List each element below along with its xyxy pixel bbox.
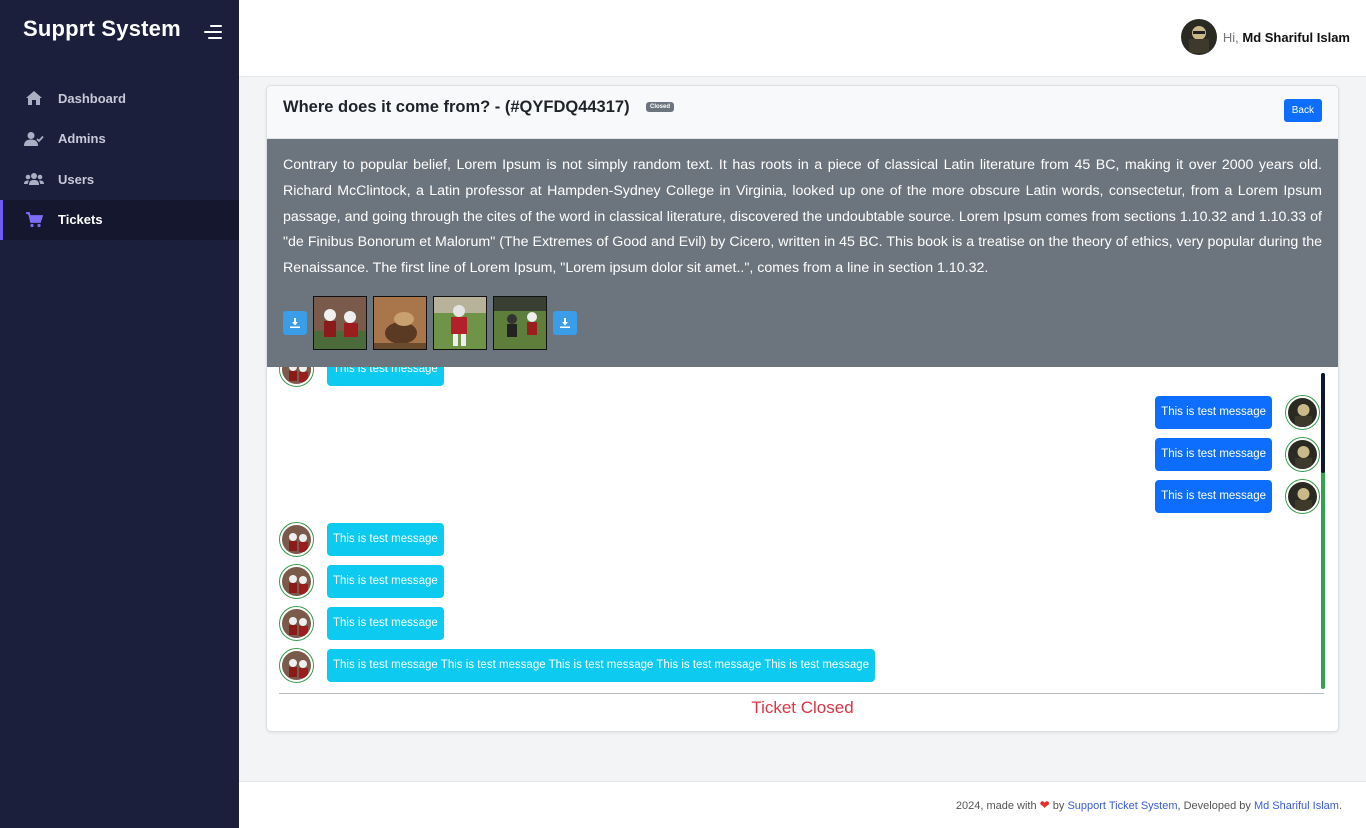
ticket-description: Contrary to popular belief, Lorem Ipsum … [283, 157, 1322, 277]
ticket-card-header: Where does it come from? - (#QYFDQ44317)… [267, 86, 1338, 139]
avatar [1285, 436, 1320, 472]
chat-scrollbar[interactable] [1321, 373, 1325, 689]
footer-developed-by: , Developed by [1177, 800, 1251, 812]
message-bubble: This is test message [1155, 479, 1272, 513]
attachment-thumbnail[interactable] [433, 296, 487, 350]
sidebar-item-tickets[interactable]: Tickets [0, 199, 239, 240]
chat-message: This is test message [279, 367, 444, 387]
chat-message: This is test message [1155, 436, 1320, 472]
download-icon[interactable] [283, 311, 307, 335]
sidebar-item-label: Admins [58, 131, 106, 147]
user-name: Md Shariful Islam [1242, 29, 1350, 45]
avatar [279, 605, 314, 641]
sidebar-item-label: Tickets [58, 212, 103, 228]
divider [279, 693, 1324, 694]
brand-title: Supprt System [23, 16, 181, 41]
chat-message: This is test message [1155, 394, 1320, 430]
back-button[interactable]: Back [1283, 99, 1322, 122]
message-bubble: This is test message This is test messag… [327, 648, 876, 682]
attachments-row [283, 296, 577, 350]
system-link[interactable]: Support Ticket System [1067, 800, 1177, 812]
sidebar-item-label: Dashboard [58, 90, 126, 106]
sidebar-item-users[interactable]: Users [0, 159, 239, 200]
avatar [279, 647, 314, 683]
top-header: Hi, Md Shariful Islam [239, 0, 1366, 77]
footer-text: 2024, made with ❤ by Support Ticket Syst… [956, 798, 1342, 812]
message-bubble: This is test message [327, 606, 444, 640]
ticket-description-panel: Contrary to popular belief, Lorem Ipsum … [267, 139, 1338, 367]
sidebar-item-admins[interactable]: Admins [0, 119, 239, 160]
users-icon [24, 171, 44, 187]
menu-toggle-icon[interactable] [203, 24, 222, 40]
ticket-card: Where does it come from? - (#QYFDQ44317)… [266, 85, 1339, 732]
avatar [279, 563, 314, 599]
heart-icon: ❤ [1039, 798, 1050, 812]
status-badge: Closed [646, 102, 675, 112]
attachment-thumbnail[interactable] [373, 296, 427, 350]
message-bubble: This is test message [327, 564, 444, 598]
message-bubble: This is test message [1155, 395, 1272, 429]
footer: 2024, made with ❤ by Support Ticket Syst… [239, 781, 1366, 828]
message-bubble: This is test message [327, 522, 444, 556]
avatar[interactable] [1180, 19, 1217, 55]
chat-message: This is test message [279, 521, 444, 557]
cart-icon [24, 211, 44, 228]
avatar [1285, 478, 1320, 514]
sidebar-item-label: Users [58, 171, 95, 187]
message-bubble: This is test message [327, 367, 444, 386]
attachment-thumbnail[interactable] [313, 296, 367, 350]
sidebar-item-dashboard[interactable]: Dashboard [0, 78, 239, 119]
author-link[interactable]: Md Shariful Islam [1254, 800, 1339, 812]
chat-message: This is test message [1155, 478, 1320, 514]
ticket-title: Where does it come from? - (#QYFDQ44317) [283, 98, 630, 116]
attachment-thumbnail[interactable] [493, 296, 547, 350]
user-menu[interactable]: Hi, Md Shariful Islam [1180, 19, 1350, 55]
avatar [1285, 394, 1320, 430]
download-icon[interactable] [553, 311, 577, 335]
footer-by: by [1052, 800, 1065, 812]
avatar [279, 521, 314, 557]
chat-message: This is test message This is test messag… [279, 647, 876, 683]
footer-suffix: . [1338, 800, 1342, 812]
user-greeting: Hi, Md Shariful Islam [1222, 29, 1350, 45]
footer-prefix: 2024, made with [955, 800, 1037, 812]
chat-message: This is test message [279, 605, 444, 641]
chat-message: This is test message [279, 563, 444, 599]
user-check-icon [24, 131, 44, 147]
sidebar-nav: Dashboard Admins Users Tickets [0, 78, 239, 240]
chat-messages[interactable]: This is test message This is test messag… [267, 367, 1338, 693]
home-icon [24, 90, 44, 106]
message-bubble: This is test message [1155, 437, 1272, 471]
avatar [279, 367, 314, 387]
chat-scrollbar-thumb[interactable] [1321, 373, 1325, 473]
ticket-closed-label: Ticket Closed [751, 698, 854, 717]
sidebar: Supprt System Dashboard Admins Users Tic… [0, 0, 239, 828]
